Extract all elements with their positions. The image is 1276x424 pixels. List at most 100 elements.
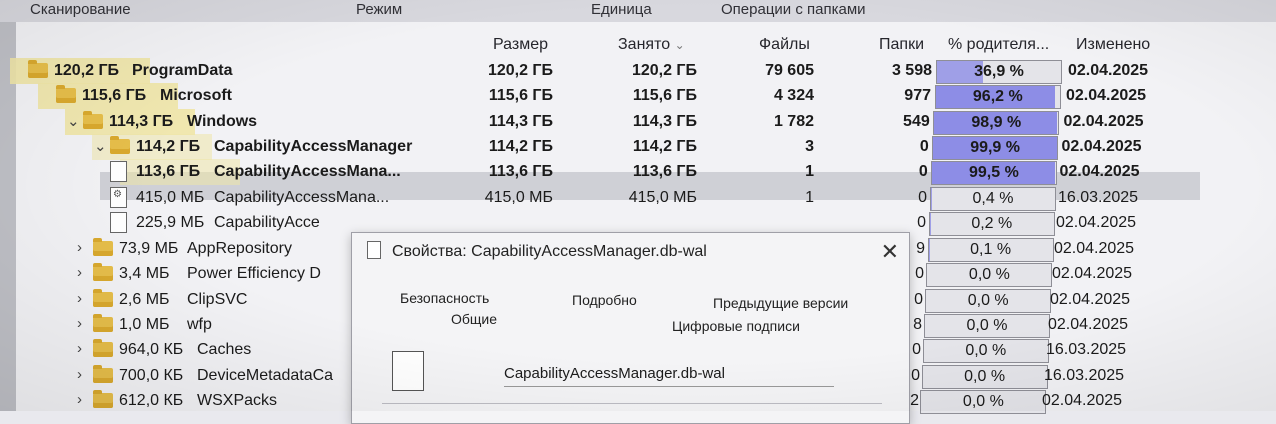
folder-icon [93,292,113,307]
chevron-right-icon[interactable]: › [77,239,82,256]
pct-label: 96,2 % [936,88,1060,106]
occupied-cell: 115,6 ГБ [633,87,697,105]
sort-chevron-icon: ⌄ [675,38,685,52]
item-name[interactable]: DeviceMetadataCa [197,367,333,385]
pct-label: 0,0 % [923,368,1047,386]
tree-row[interactable]: 415,0 МБCapabilityAccessMana...415,0 МБ4… [0,185,1276,211]
item-name[interactable]: CapabilityAcce [214,214,320,232]
menu-scan[interactable]: Сканирование [30,1,131,18]
item-name[interactable]: CapabilityAccessMana... [214,189,389,207]
pct-bar: 0,4 % [930,187,1056,211]
tree-row[interactable]: 120,2 ГБProgramData120,2 ГБ120,2 ГБ79 60… [0,58,1276,84]
tab-security[interactable]: Безопасность [400,290,489,306]
item-size-label: 120,2 ГБ [54,62,119,80]
close-icon[interactable]: ✕ [881,239,899,265]
folder-icon [56,88,76,103]
pct-bar: 99,5 % [931,161,1057,185]
tree-row[interactable]: ⌄114,2 ГБCapabilityAccessManager114,2 ГБ… [0,134,1276,160]
folder-icon [93,342,113,357]
item-name[interactable]: Power Efficiency D [187,265,321,283]
tree-row[interactable]: ⌄114,3 ГБWindows114,3 ГБ114,3 ГБ1 782549… [0,109,1276,135]
chevron-right-icon[interactable]: › [77,290,82,307]
folders-cell: 0 [914,291,923,309]
modified-date: 16.03.2025 [1058,189,1138,207]
pct-bar: 99,9 % [932,136,1058,160]
item-name[interactable]: Caches [197,341,251,359]
menu-unit[interactable]: Единица [591,1,652,18]
modified-date: 02.04.2025 [1056,214,1136,232]
pct-label: 36,9 % [937,63,1061,81]
folders-cell: 0 [920,138,929,156]
tab-details[interactable]: Подробно [572,292,637,308]
chevron-right-icon[interactable]: › [77,315,82,332]
item-name[interactable]: WSXPacks [197,392,277,410]
folders-cell: 8 [913,316,922,334]
chevron-down-icon[interactable]: ⌄ [94,137,107,155]
item-name[interactable]: CapabilityAccessManager [214,138,412,156]
folder-icon [93,393,113,408]
col-folders-header[interactable]: Папки [879,36,924,54]
files-cell: 1 [805,189,814,207]
folder-icon [93,266,113,281]
col-size-header[interactable]: Размер [493,36,548,54]
tab-digital-signatures[interactable]: Цифровые подписи [672,318,800,334]
pct-bar: 98,9 % [933,111,1059,135]
modified-date: 02.04.2025 [1064,113,1144,131]
modified-date: 02.04.2025 [1060,163,1140,181]
item-name[interactable]: CapabilityAccessMana... [214,163,401,181]
menu-folder-ops[interactable]: Операции с папками [721,1,866,18]
tree-row[interactable]: 113,6 ГБCapabilityAccessMana...113,6 ГБ1… [0,159,1276,185]
item-size-label: 73,9 МБ [119,240,178,258]
item-name[interactable]: wfp [187,316,212,334]
file-icon [367,241,381,259]
modified-date: 02.04.2025 [1054,240,1134,258]
pct-bar: 0,2 % [929,212,1055,236]
dialog-title: Свойства: CapabilityAccessManager.db-wal [392,243,707,261]
occupied-cell: 114,3 ГБ [633,113,697,131]
folders-cell: 549 [903,113,930,131]
files-cell: 1 782 [774,113,814,131]
folder-icon [93,368,113,383]
chevron-right-icon[interactable]: › [77,391,82,408]
chevron-down-icon[interactable]: ⌄ [67,112,80,130]
filename-field[interactable]: CapabilityAccessManager.db-wal [504,359,834,387]
item-size-label: 612,0 КБ [119,392,183,410]
item-name[interactable]: ClipSVC [187,291,247,309]
menu-mode[interactable]: Режим [356,1,402,18]
folders-cell: 9 [916,240,925,258]
pct-label: 0,0 % [925,317,1049,335]
item-size-label: 115,6 ГБ [82,87,146,105]
col-files-header[interactable]: Файлы [759,36,810,54]
item-name[interactable]: Microsoft [160,87,232,105]
chevron-right-icon[interactable]: › [77,366,82,383]
chevron-right-icon[interactable]: › [77,340,82,357]
folders-cell: 0 [915,265,924,283]
item-size-label: 2,6 МБ [119,291,170,309]
item-name[interactable]: Windows [187,113,257,131]
col-modified-header[interactable]: Изменено [1076,36,1150,54]
pct-label: 0,0 % [927,266,1051,284]
item-size-label: 700,0 КБ [119,367,183,385]
size-cell: 114,2 ГБ [489,138,553,156]
col-occupied-header[interactable]: Занято ⌄ [618,36,685,54]
item-name[interactable]: AppRepository [187,240,292,258]
folder-icon [83,114,103,129]
files-cell: 1 [805,163,814,181]
chevron-right-icon[interactable]: › [77,264,82,281]
tab-general[interactable]: Общие [451,311,497,327]
pct-label: 98,9 % [934,114,1058,132]
item-name[interactable]: ProgramData [132,62,232,80]
file-icon [110,161,127,182]
tree-row[interactable]: 115,6 ГБMicrosoft115,6 ГБ115,6 ГБ4 32497… [0,83,1276,109]
properties-dialog: Свойства: CapabilityAccessManager.db-wal… [351,232,910,424]
occupied-cell: 415,0 МБ [629,189,697,207]
pct-bar: 0,0 % [922,365,1048,389]
folder-icon [110,139,130,154]
col-pct-header[interactable]: % родителя... [948,36,1049,54]
files-cell: 4 324 [774,87,814,105]
folder-icon [93,317,113,332]
modified-date: 16.03.2025 [1044,367,1124,385]
folders-cell: 0 [912,341,921,359]
size-cell: 120,2 ГБ [488,62,553,80]
tab-previous-versions[interactable]: Предыдущие версии [713,295,848,311]
